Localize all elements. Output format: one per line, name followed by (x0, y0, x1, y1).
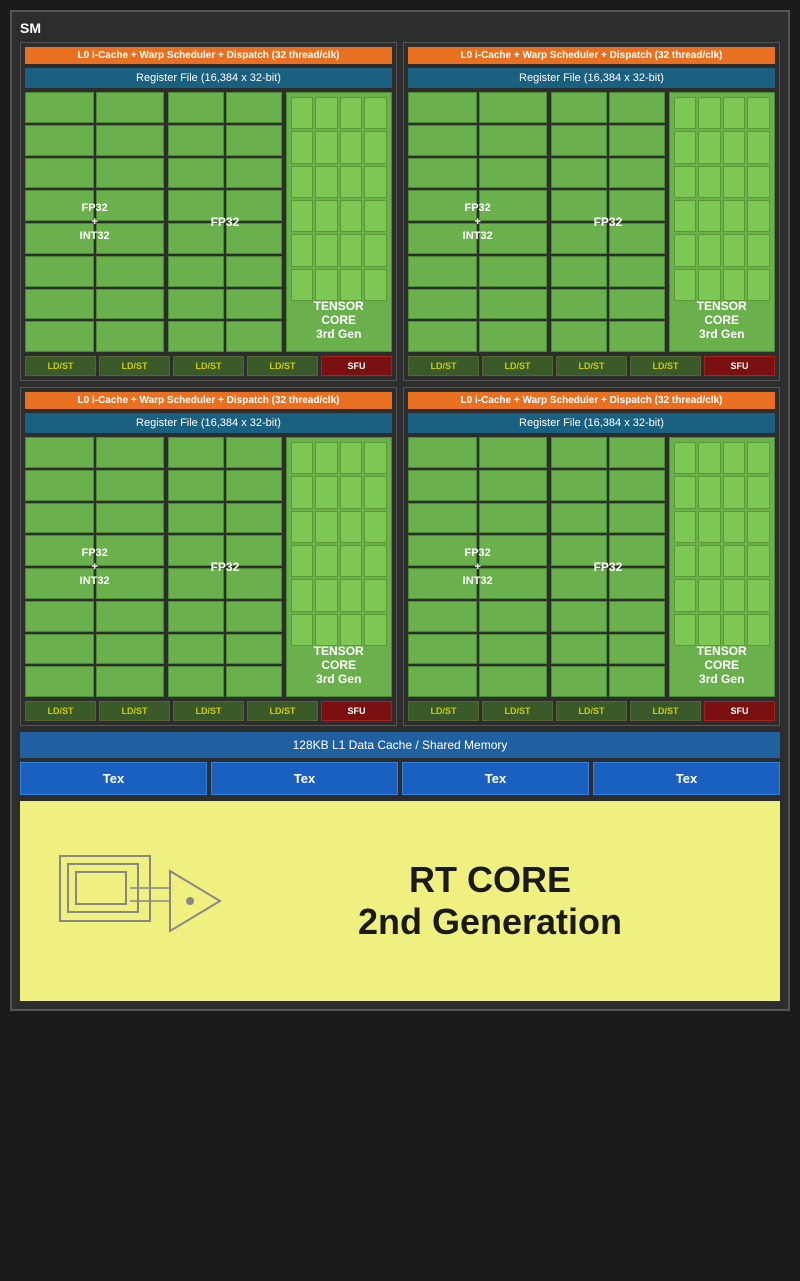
warp-scheduler-bar-3: L0 i-Cache + Warp Scheduler + Dispatch (… (25, 392, 392, 409)
compute-area-3: FP32+INT32 FP32 (25, 437, 392, 697)
ldst-15: LD/ST (556, 701, 627, 721)
quadrant-4: L0 i-Cache + Warp Scheduler + Dispatch (… (403, 387, 780, 726)
ldst-8: LD/ST (630, 356, 701, 376)
compute-area-4: FP32+INT32 FP32 (408, 437, 775, 697)
fp32-int32-block-2: FP32+INT32 (408, 92, 547, 352)
ldst-11: LD/ST (173, 701, 244, 721)
ldst-3: LD/ST (173, 356, 244, 376)
register-file-bar-3: Register File (16,384 x 32-bit) (25, 413, 392, 433)
sfu-1: SFU (321, 356, 392, 376)
bottom-units-1: LD/ST LD/ST LD/ST LD/ST SFU (25, 356, 392, 376)
tensor-text-2: TENSORCORE3rd Gen (697, 299, 747, 341)
tex-row: Tex Tex Tex Tex (20, 762, 780, 795)
sfu-4: SFU (704, 701, 775, 721)
fp32-block-4: FP32 (551, 437, 664, 697)
quadrant-3: L0 i-Cache + Warp Scheduler + Dispatch (… (20, 387, 397, 726)
fp32-int32-block-4: FP32+INT32 (408, 437, 547, 697)
sfu-2: SFU (704, 356, 775, 376)
tensor-block-1: TENSORCORE3rd Gen (286, 92, 392, 352)
ldst-1: LD/ST (25, 356, 96, 376)
quadrant-2: L0 i-Cache + Warp Scheduler + Dispatch (… (403, 42, 780, 381)
tensor-block-4: TENSORCORE3rd Gen (669, 437, 775, 697)
tex-unit-1: Tex (20, 762, 207, 795)
fp32-block-3: FP32 (168, 437, 281, 697)
l1-cache-bar: 128KB L1 Data Cache / Shared Memory (20, 732, 780, 758)
ldst-16: LD/ST (630, 701, 701, 721)
register-file-bar-2: Register File (16,384 x 32-bit) (408, 68, 775, 88)
sm-container: SM L0 i-Cache + Warp Scheduler + Dispatc… (10, 10, 790, 1011)
warp-scheduler-bar-1: L0 i-Cache + Warp Scheduler + Dispatch (… (25, 47, 392, 64)
bottom-units-4: LD/ST LD/ST LD/ST LD/ST SFU (408, 701, 775, 721)
ldst-4: LD/ST (247, 356, 318, 376)
warp-scheduler-bar-4: L0 i-Cache + Warp Scheduler + Dispatch (… (408, 392, 775, 409)
quadrant-1: L0 i-Cache + Warp Scheduler + Dispatch (… (20, 42, 397, 381)
sfu-3: SFU (321, 701, 392, 721)
tensor-text-1: TENSORCORE3rd Gen (314, 299, 364, 341)
fp32-block-1: FP32 (168, 92, 281, 352)
tex-unit-2: Tex (211, 762, 398, 795)
ldst-2: LD/ST (99, 356, 170, 376)
rt-core-title: RT CORE 2nd Generation (358, 859, 622, 943)
compute-area-1: FP32+INT32 FP32 (25, 92, 392, 352)
fp32-block-2: FP32 (551, 92, 664, 352)
tensor-text-3: TENSORCORE3rd Gen (314, 644, 364, 686)
rt-core-text-container: RT CORE 2nd Generation (358, 859, 622, 943)
rt-core-diagram-svg (50, 836, 230, 966)
tensor-text-4: TENSORCORE3rd Gen (697, 644, 747, 686)
fp32-int32-block-1: FP32+INT32 (25, 92, 164, 352)
ldst-12: LD/ST (247, 701, 318, 721)
ldst-10: LD/ST (99, 701, 170, 721)
compute-area-2: FP32+INT32 FP32 (408, 92, 775, 352)
register-file-bar-1: Register File (16,384 x 32-bit) (25, 68, 392, 88)
bottom-units-2: LD/ST LD/ST LD/ST LD/ST SFU (408, 356, 775, 376)
tex-unit-3: Tex (402, 762, 589, 795)
fp32-int32-block-3: FP32+INT32 (25, 437, 164, 697)
ldst-13: LD/ST (408, 701, 479, 721)
sm-label: SM (20, 20, 780, 36)
quadrants-grid: L0 i-Cache + Warp Scheduler + Dispatch (… (20, 42, 780, 726)
ldst-5: LD/ST (408, 356, 479, 376)
ldst-14: LD/ST (482, 701, 553, 721)
tensor-block-2: TENSORCORE3rd Gen (669, 92, 775, 352)
warp-scheduler-bar-2: L0 i-Cache + Warp Scheduler + Dispatch (… (408, 47, 775, 64)
ldst-6: LD/ST (482, 356, 553, 376)
tensor-block-3: TENSORCORE3rd Gen (286, 437, 392, 697)
tex-unit-4: Tex (593, 762, 780, 795)
ldst-7: LD/ST (556, 356, 627, 376)
bottom-units-3: LD/ST LD/ST LD/ST LD/ST SFU (25, 701, 392, 721)
register-file-bar-4: Register File (16,384 x 32-bit) (408, 413, 775, 433)
rt-core-section: RT CORE 2nd Generation (20, 801, 780, 1001)
ldst-9: LD/ST (25, 701, 96, 721)
